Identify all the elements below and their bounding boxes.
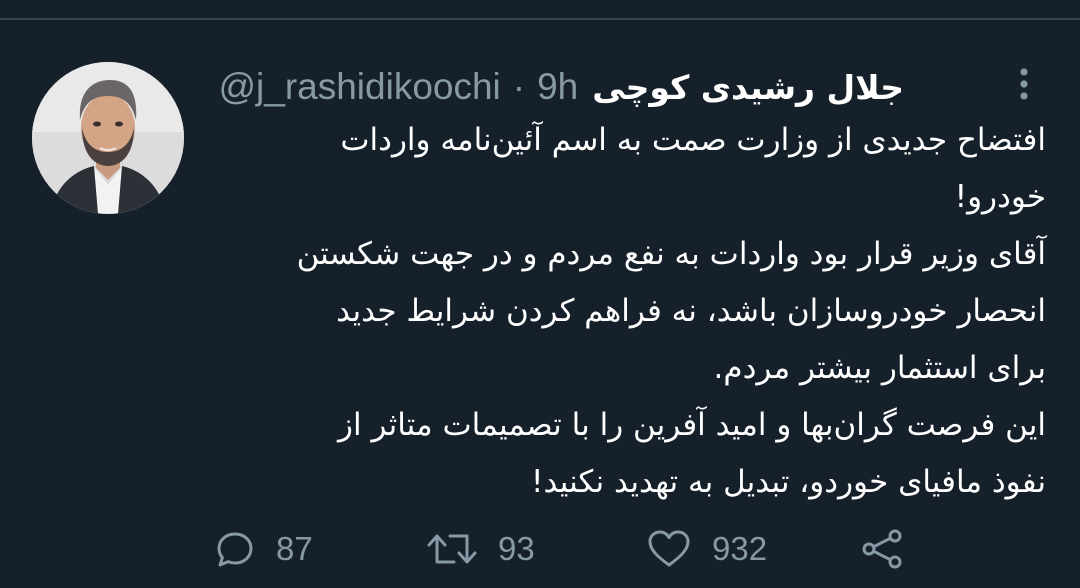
tweet-text-line: افتضاح جدیدی از وزارت صمت به اسم آئین‌نا…	[340, 122, 1046, 158]
tweet-text-line: خودرو!	[954, 179, 1046, 215]
tweet-header: جلال رشیدی کوچی @j_rashidikoochi · 9h	[218, 62, 904, 112]
tweet-meta: @j_rashidikoochi · 9h	[218, 66, 578, 108]
tweet-text-line: انحصار خودروسازان باشد، نه فراهم کردن شر…	[336, 293, 1046, 329]
tweet-actions: 87 93 932	[210, 522, 950, 576]
like-button[interactable]: 932	[646, 522, 767, 576]
tweet-text-line: نفوذ مافیای خوردو، تبدیل به تهدید نکنید!	[531, 464, 1046, 500]
tweet-text-line: این فرصت گران‌بها و امید آفرین را با تصم…	[338, 407, 1046, 443]
more-options-button[interactable]	[1006, 64, 1042, 104]
tweet-text: افتضاح جدیدی از وزارت صمت به اسم آئین‌نا…	[210, 112, 1046, 511]
vertical-ellipsis-icon	[1020, 68, 1028, 100]
tweet-text-line: برای استثمار بیشتر مردم.	[713, 350, 1046, 386]
retweet-button[interactable]: 93	[426, 522, 535, 576]
top-divider	[0, 18, 1080, 20]
like-count: 932	[712, 530, 768, 567]
reply-icon	[217, 532, 253, 567]
user-handle[interactable]: @j_rashidikoochi	[218, 66, 500, 108]
reply-button[interactable]: 87	[214, 522, 313, 576]
share-button[interactable]	[860, 522, 904, 576]
display-name[interactable]: جلال رشیدی کوچی	[592, 68, 904, 107]
retweet-count: 93	[498, 530, 535, 567]
heart-icon	[648, 530, 690, 567]
profile-photo-icon	[32, 62, 184, 214]
tweet-timestamp[interactable]: 9h	[537, 66, 578, 108]
retweet-icon	[427, 534, 477, 564]
meta-separator: ·	[512, 66, 526, 107]
tweet-text-line: آقای وزیر قرار بود واردات به نفع مردم و …	[296, 236, 1046, 272]
reply-count: 87	[276, 530, 313, 567]
share-icon	[862, 529, 902, 569]
avatar[interactable]	[32, 62, 184, 214]
